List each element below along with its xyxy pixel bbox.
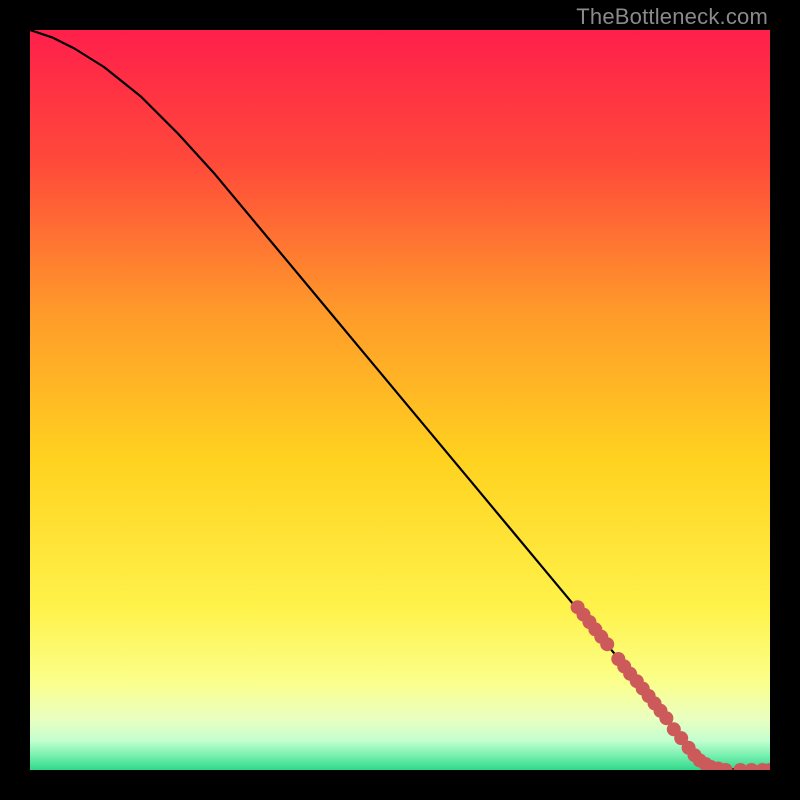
data-marker xyxy=(600,637,614,651)
curve-line xyxy=(30,30,770,770)
plot-area xyxy=(30,30,770,770)
marker-group xyxy=(571,600,770,770)
chart-svg xyxy=(30,30,770,770)
attribution-text: TheBottleneck.com xyxy=(576,4,768,30)
chart-stage: TheBottleneck.com xyxy=(0,0,800,800)
